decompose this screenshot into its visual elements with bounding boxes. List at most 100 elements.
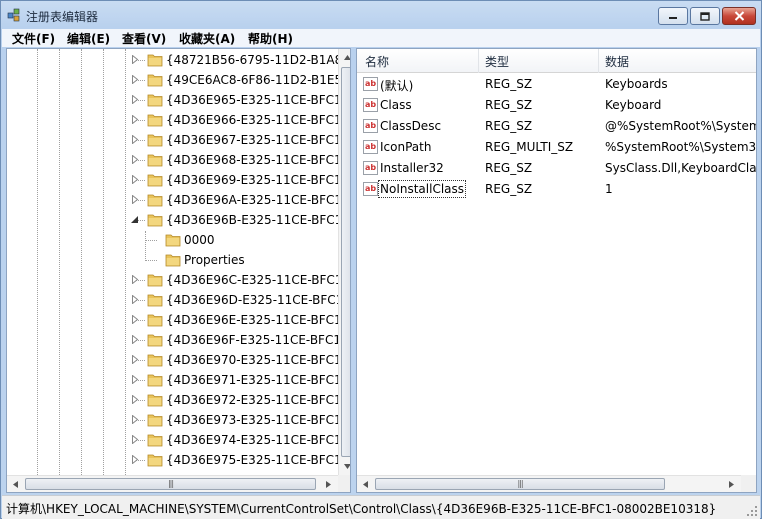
value-row[interactable]: ab Class REG_SZ Keyboard bbox=[357, 95, 756, 116]
folder-icon bbox=[147, 174, 163, 187]
scroll-left-button[interactable] bbox=[7, 476, 24, 492]
menu-file[interactable]: 文件(F) bbox=[12, 30, 55, 47]
arrow-left-icon bbox=[363, 480, 368, 488]
list-horizontal-scrollbar[interactable]: ||| bbox=[357, 475, 741, 492]
tree-item[interactable]: {4D36E968-E325-11CE-BFC1- bbox=[7, 150, 346, 170]
tree-item[interactable]: {4D36E96B-E325-11CE-BFC1- bbox=[7, 210, 347, 230]
regedit-app-icon bbox=[7, 8, 20, 22]
menu-view[interactable]: 查看(V) bbox=[122, 30, 166, 47]
tree-item[interactable]: 0000 bbox=[7, 230, 337, 250]
tree-item[interactable]: {4D36E970-E325-11CE-BFC1- bbox=[7, 350, 346, 370]
tree-item[interactable]: {48721B56-6795-11D2-B1A8- bbox=[7, 50, 347, 70]
collapsed-arrow-icon[interactable] bbox=[131, 455, 139, 464]
collapsed-arrow-icon[interactable] bbox=[131, 355, 139, 364]
value-row[interactable]: ab NoInstallClass REG_SZ 1 bbox=[357, 179, 756, 200]
scroll-right-button[interactable] bbox=[320, 476, 337, 492]
folder-icon bbox=[147, 74, 163, 87]
value-row[interactable]: ab ClassDesc REG_SZ @%SystemRoot%\System3 bbox=[357, 116, 756, 137]
collapsed-arrow-icon[interactable] bbox=[131, 395, 139, 404]
collapsed-arrow-icon[interactable] bbox=[131, 435, 139, 444]
tree-item[interactable]: {4D36E96A-E325-11CE-BFC1- bbox=[7, 190, 346, 210]
registry-editor-window: 注册表编辑器 文件(F) 编辑(E) 查看(V) 收藏夹(A) 帮助(H) {4… bbox=[0, 0, 762, 519]
string-value-icon: ab bbox=[363, 161, 378, 175]
value-data: Keyboards bbox=[605, 77, 668, 91]
folder-icon bbox=[147, 214, 163, 227]
collapsed-arrow-icon[interactable] bbox=[131, 295, 139, 304]
tree-item[interactable]: {49CE6AC8-6F86-11D2-B1E5- bbox=[7, 70, 346, 90]
value-name: Class bbox=[380, 98, 412, 112]
tree-item[interactable]: {4D36E96E-E325-11CE-BFC1- bbox=[7, 310, 346, 330]
scroll-down-button[interactable] bbox=[339, 458, 350, 475]
collapsed-arrow-icon[interactable] bbox=[131, 375, 139, 384]
collapsed-arrow-icon[interactable] bbox=[131, 195, 139, 204]
value-name: Installer32 bbox=[380, 161, 444, 175]
scroll-thumb[interactable]: ||| bbox=[25, 478, 316, 490]
value-row[interactable]: ab Installer32 REG_SZ SysClass.Dll,Keyboard… bbox=[357, 158, 757, 179]
collapsed-arrow-icon[interactable] bbox=[131, 315, 139, 324]
column-header-data[interactable]: 数据 bbox=[605, 53, 629, 70]
registry-path: 计算机\HKEY_LOCAL_MACHINE\SYSTEM\CurrentCon… bbox=[6, 502, 717, 516]
tree-item[interactable]: {4D36E975-E325-11CE-BFC1- bbox=[7, 450, 346, 470]
tree-item[interactable]: {4D36E967-E325-11CE-BFC1- bbox=[7, 130, 346, 150]
expanded-arrow-icon[interactable] bbox=[131, 215, 139, 224]
value-list[interactable]: 名称 类型 数据 ab (默认) REG_SZ Keyboards ab Class REG… bbox=[356, 48, 757, 493]
collapsed-arrow-icon[interactable] bbox=[131, 415, 139, 424]
value-data: Keyboard bbox=[605, 98, 662, 112]
scroll-thumb[interactable] bbox=[341, 67, 350, 457]
tree-item[interactable]: {4D36E969-E325-11CE-BFC1- bbox=[7, 170, 346, 190]
value-row[interactable]: ab IconPath REG_MULTI_SZ %SystemRoot%\Syste… bbox=[357, 137, 757, 158]
tree-item[interactable]: {4D36E96D-E325-11CE-BFC1- bbox=[7, 290, 348, 310]
tree-item-label: {4D36E96D-E325-11CE-BFC1- bbox=[166, 293, 348, 307]
menu-edit[interactable]: 编辑(E) bbox=[67, 30, 110, 47]
column-divider[interactable] bbox=[478, 49, 479, 73]
collapsed-arrow-icon[interactable] bbox=[131, 135, 139, 144]
registry-tree[interactable]: {48721B56-6795-11D2-B1A8- {49CE6AC8-6F86-… bbox=[6, 48, 351, 493]
arrow-up-icon bbox=[343, 55, 350, 60]
minimize-button[interactable] bbox=[658, 7, 688, 25]
collapsed-arrow-icon[interactable] bbox=[131, 335, 139, 344]
tree-item-label: {4D36E971-E325-11CE-BFC1- bbox=[166, 373, 347, 387]
tree-item-label: Properties bbox=[184, 253, 245, 267]
tree-item[interactable]: {4D36E96C-E325-11CE-BFC1- bbox=[7, 270, 347, 290]
collapsed-arrow-icon[interactable] bbox=[131, 175, 139, 184]
collapsed-arrow-icon[interactable] bbox=[131, 275, 139, 284]
collapsed-arrow-icon[interactable] bbox=[131, 95, 139, 104]
scroll-right-button[interactable] bbox=[723, 476, 740, 492]
list-header: 名称 类型 数据 bbox=[357, 49, 756, 73]
tree-item[interactable]: {4D36E96F-E325-11CE-BFC1-0 bbox=[7, 330, 350, 350]
value-data: %SystemRoot%\System32 bbox=[605, 140, 757, 154]
tree-horizontal-scrollbar[interactable]: ||| bbox=[7, 475, 338, 492]
tree-item-label: {4D36E96C-E325-11CE-BFC1- bbox=[166, 273, 347, 287]
menu-help[interactable]: 帮助(H) bbox=[248, 30, 293, 47]
collapsed-arrow-icon[interactable] bbox=[131, 155, 139, 164]
collapsed-arrow-icon[interactable] bbox=[131, 55, 139, 64]
scroll-up-button[interactable] bbox=[339, 49, 350, 66]
tree-item[interactable]: {4D36E974-E325-11CE-BFC1- bbox=[7, 430, 346, 450]
tree-item[interactable]: Properties bbox=[7, 250, 337, 270]
tree-item[interactable]: {4D36E972-E325-11CE-BFC1- bbox=[7, 390, 346, 410]
tree-item[interactable]: {4D36E965-E325-11CE-BFC1- bbox=[7, 90, 346, 110]
tree-vertical-scrollbar[interactable] bbox=[338, 49, 350, 475]
title-bar[interactable]: 注册表编辑器 bbox=[1, 1, 761, 29]
column-header-name[interactable]: 名称 bbox=[365, 53, 389, 70]
tree-item[interactable]: {4D36E971-E325-11CE-BFC1- bbox=[7, 370, 346, 390]
resize-grip-icon[interactable] bbox=[746, 505, 758, 517]
value-type: REG_SZ bbox=[485, 77, 533, 91]
value-name: ClassDesc bbox=[380, 119, 442, 133]
close-icon bbox=[734, 11, 744, 21]
value-data: SysClass.Dll,KeyboardClas bbox=[605, 161, 757, 175]
collapsed-arrow-icon[interactable] bbox=[131, 115, 139, 124]
menu-favorites[interactable]: 收藏夹(A) bbox=[179, 30, 235, 47]
scroll-left-button[interactable] bbox=[357, 476, 374, 492]
value-row[interactable]: ab (默认) REG_SZ Keyboards bbox=[357, 74, 756, 95]
tree-item[interactable]: {4D36E966-E325-11CE-BFC1- bbox=[7, 110, 346, 130]
column-divider[interactable] bbox=[598, 49, 599, 73]
close-button[interactable] bbox=[722, 7, 756, 25]
collapsed-arrow-icon[interactable] bbox=[131, 75, 139, 84]
column-header-type[interactable]: 类型 bbox=[485, 53, 509, 70]
tree-item[interactable]: {4D36E973-E325-11CE-BFC1- bbox=[7, 410, 346, 430]
tree-item-label: {4D36E970-E325-11CE-BFC1- bbox=[166, 353, 347, 367]
folder-icon bbox=[165, 254, 181, 267]
maximize-button[interactable] bbox=[690, 7, 720, 25]
scroll-thumb[interactable]: ||| bbox=[375, 478, 665, 490]
